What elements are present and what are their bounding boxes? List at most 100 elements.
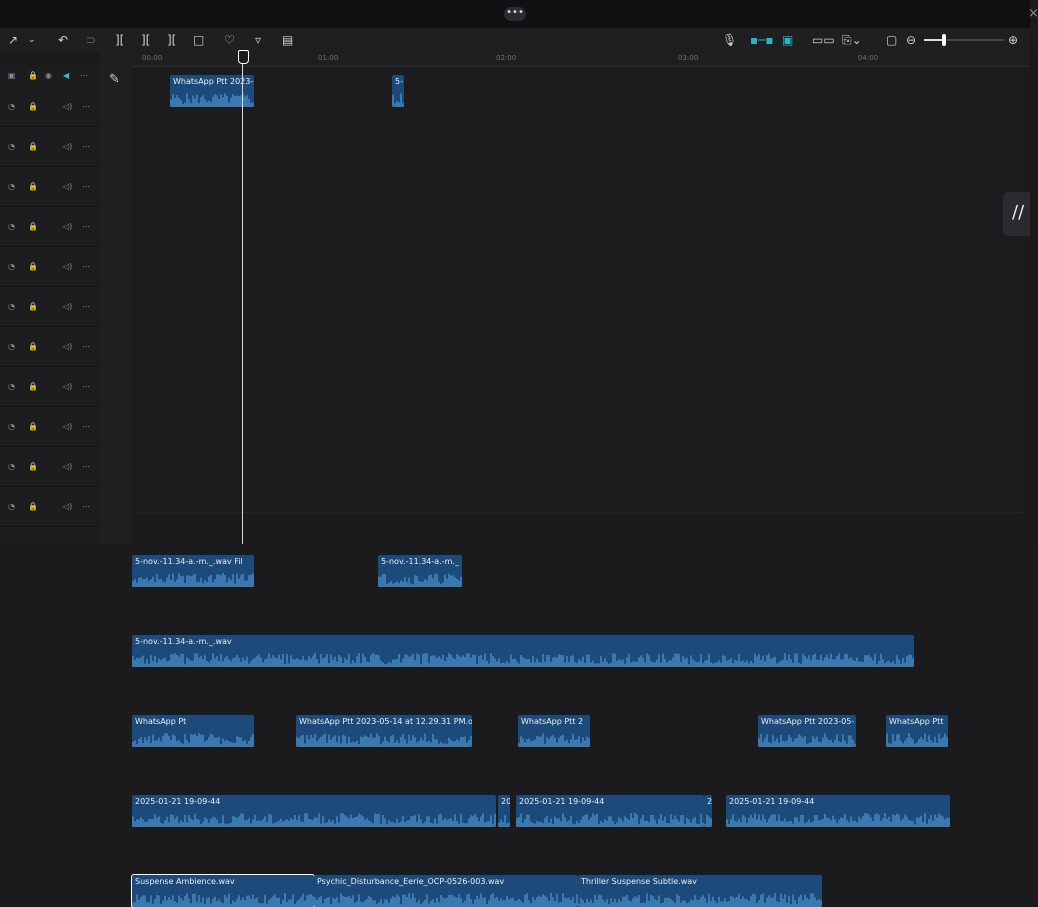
lock-icon[interactable]: 🔒 [28,182,38,191]
window-menu-button[interactable]: ••• [504,7,526,21]
more-icon[interactable]: ⋯ [82,502,90,511]
replace-icon[interactable]: ⎘⌄ [842,32,862,48]
microphone-icon[interactable]: 🎙 [722,32,737,48]
more-icon[interactable]: ⋯ [80,71,88,80]
chevron-down-icon[interactable]: ⌄ [28,32,36,48]
zoom-out-icon[interactable]: ⊖ [906,32,916,48]
audio-clip[interactable]: WhatsApp Pt [132,715,254,747]
track-toggle-icon[interactable]: ◔ [8,382,15,391]
audio-clip[interactable]: Psychic_Disturbance_Eerie_OCP-0526-003.w… [314,875,578,907]
audio-icon[interactable]: ◁) [63,302,72,311]
more-icon[interactable]: ⋯ [82,182,90,191]
audio-icon[interactable]: ◁) [63,142,72,151]
track-lane[interactable]: 2025-01-21 19-09-44 20: 2025-01-21 19-09-4… [132,432,1022,827]
zoom-in-icon[interactable]: ⊕ [1008,32,1018,48]
select-arrow-icon[interactable]: ↗ [8,32,18,48]
audio-clip[interactable]: 5-nov.-11.34-a.-m._.wav Fil [132,555,254,587]
audio-icon[interactable]: ◁) [63,342,72,351]
lock-icon[interactable]: 🔒 [28,262,38,271]
lock-icon[interactable]: 🔒 [28,102,38,111]
track-lane[interactable]: Wh5-nov.-11.34-a.-m._.wavWhatsApp Ptt 20… [132,232,1022,427]
track-toggle-icon[interactable]: ◔ [8,262,15,271]
audio-icon[interactable]: ◁) [63,422,72,431]
vertical-scrollbar[interactable] [1030,52,1038,544]
more-icon[interactable]: ⋯ [82,302,90,311]
playhead[interactable] [242,52,243,544]
more-icon[interactable]: ⋯ [82,142,90,151]
audio-icon[interactable]: ◁) [63,182,72,191]
track-toggle-icon[interactable]: ◔ [8,222,15,231]
undo-icon[interactable]: ↶ [58,32,68,48]
eye-icon[interactable]: ◉ [45,71,52,80]
track-toggle-icon[interactable]: ◔ [8,462,15,471]
audio-clip[interactable]: WhatsApp Ptt 2 [518,715,590,747]
more-icon[interactable]: ⋯ [82,342,90,351]
track-header-icon[interactable]: ▣ [8,71,16,80]
audio-clip[interactable]: WhatsApp Ptt [886,715,948,747]
more-icon[interactable]: ⋯ [82,102,90,111]
lock-icon[interactable]: 🔒 [28,502,38,511]
audio-clip[interactable]: WhatsApp Ptt 2023-05- [758,715,856,747]
audio-clip[interactable]: 20: [498,795,510,827]
audio-icon[interactable]: ◁) [63,262,72,271]
track-toggle-icon[interactable]: ◔ [8,182,15,191]
close-icon[interactable]: × [1028,6,1038,21]
link-preview-icon[interactable]: ▭▭ [812,32,835,48]
track-lane[interactable]: WhatsApp Pt WhatsApp Ptt 2023-05-14 at 12… [132,392,1022,747]
lock-icon[interactable]: 🔒 [28,71,38,80]
track-lane[interactable]: 5-nov.-11.5-nov.5-nov.-11.345-nov.-11.34… [132,272,1022,507]
track-lane[interactable]: 5-nov.-11.34-a.-m._.wav Fil 5-nov.-11.34-… [132,312,1022,587]
more-icon[interactable]: ⋯ [82,262,90,271]
redo-icon[interactable]: ⊃ [86,32,96,48]
audio-clip[interactable]: 2025-01-21 19-09-44 [516,795,704,827]
audio-clip[interactable]: 5-nov.-11.34-a.-m._.wav [132,635,914,667]
track-toggle-icon[interactable]: ◔ [8,102,15,111]
lock-icon[interactable]: 🔒 [28,302,38,311]
more-icon[interactable]: ⋯ [82,462,90,471]
track-lane[interactable]: 5-nov.-WWhatsApWh5-nov.-11.34-a.-m._.wav… [132,192,1022,347]
playhead-handle[interactable] [238,50,249,64]
audio-clip[interactable]: 5- [392,75,404,107]
preview-axis-icon[interactable]: ▢ [886,32,897,48]
zoom-slider-handle[interactable] [942,34,946,46]
audio-clip[interactable]: 202 [704,795,712,827]
caption-icon[interactable]: ▤ [282,32,293,48]
track-lane[interactable]: Suspense Ambience.wav Psychic_Disturbance… [131,472,1022,907]
audio-icon[interactable]: ◁) [63,502,72,511]
lock-icon[interactable]: 🔒 [28,222,38,231]
audio-icon[interactable]: ◁) [63,222,72,231]
lock-icon[interactable]: 🔒 [28,382,38,391]
split-right-icon[interactable]: ][ [167,32,176,48]
audio-clip[interactable]: Thriller Suspense Subtle.wav [578,875,822,907]
track-toggle-icon[interactable]: ◔ [8,422,15,431]
shield-icon[interactable]: ▿ [255,32,261,48]
lock-icon[interactable]: 🔒 [28,142,38,151]
more-icon[interactable]: ⋯ [82,422,90,431]
delete-icon[interactable]: □ [193,32,204,48]
audio-clip[interactable]: Suspense Ambience.wav [131,874,315,907]
link-main-icon[interactable]: ▪─▪ [750,32,774,48]
audio-clip[interactable]: WhatsApp Ptt 2023-05-14 at 12.29.31 PM.o [296,715,472,747]
audio-clip[interactable]: 2025-01-21 19-09-44 [726,795,950,827]
track-toggle-icon[interactable]: ◔ [8,342,15,351]
edit-icon[interactable]: ✎ [109,72,120,87]
audio-icon[interactable]: ◀ [63,71,69,80]
audio-clip[interactable]: 5-nov.-11.34-a.-m._ [378,555,462,587]
track-lane[interactable]: WhatsApp Ptt 2023- 5- [132,72,1022,113]
zoom-slider[interactable] [924,34,1004,46]
track-lane[interactable]: Wh5-nov.WhatsApp [132,152,1022,267]
audio-icon[interactable]: ◁) [63,102,72,111]
lock-icon[interactable]: 🔒 [28,462,38,471]
lock-icon[interactable]: 🔒 [28,422,38,431]
timeline-tracks[interactable]: WhatsApp Ptt 2023-5- WhatsApp Ptt Wh5-nov.… [131,72,1022,907]
freeze-icon[interactable]: ♡ [224,32,235,48]
track-toggle-icon[interactable]: ◔ [8,302,15,311]
split-icon[interactable]: ][ [115,32,124,48]
link-auto-icon[interactable]: ▣ [782,32,793,48]
audio-icon[interactable]: ◁) [63,462,72,471]
split-left-icon[interactable]: ][ [141,32,150,48]
audio-icon[interactable]: ◁) [63,382,72,391]
track-toggle-icon[interactable]: ◔ [8,142,15,151]
lock-icon[interactable]: 🔒 [28,342,38,351]
track-toggle-icon[interactable]: ◔ [8,502,15,511]
